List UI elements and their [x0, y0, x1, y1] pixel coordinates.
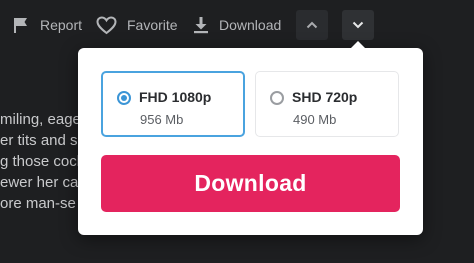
quality-option-shd[interactable]: SHD 720p 490 Mb [255, 71, 399, 137]
download-popup: FHD 1080p 956 Mb SHD 720p 490 Mb Downloa… [78, 41, 423, 235]
flag-icon [12, 16, 30, 34]
download-icon [193, 16, 209, 34]
quality-name: FHD 1080p [139, 89, 212, 105]
popup-caret [350, 41, 366, 49]
quality-option-fhd[interactable]: FHD 1080p 956 Mb [101, 71, 245, 137]
quality-size: 956 Mb [140, 112, 184, 127]
quality-name: SHD 720p [292, 89, 358, 105]
download-action-button[interactable]: Download [193, 12, 281, 38]
action-bar: Report Favorite Download [0, 0, 474, 50]
favorite-button[interactable]: Favorite [96, 12, 178, 38]
scroll-up-button[interactable] [296, 10, 328, 40]
heart-icon [96, 15, 117, 35]
favorite-label: Favorite [127, 17, 178, 33]
download-button[interactable]: Download [101, 155, 400, 212]
download-action-label: Download [219, 17, 282, 33]
radio-selected-icon[interactable] [117, 91, 131, 105]
quality-size: 490 Mb [293, 112, 337, 127]
report-label: Report [40, 17, 83, 33]
chevron-up-icon [306, 16, 318, 34]
toggle-download-menu-button[interactable] [342, 10, 374, 40]
report-button[interactable]: Report [12, 12, 82, 38]
radio-unselected-icon[interactable] [270, 91, 284, 105]
chevron-down-icon [352, 16, 364, 34]
